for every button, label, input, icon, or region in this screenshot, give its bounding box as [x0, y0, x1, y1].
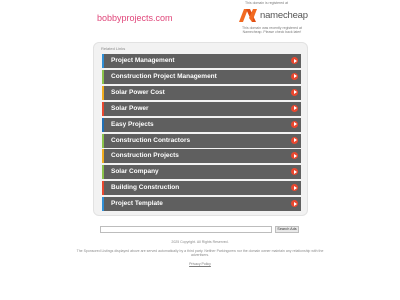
copyright-text: 2025 Copyright. All Rights Reserved.	[171, 240, 229, 244]
related-link[interactable]: Construction Contractors	[102, 133, 301, 148]
link-color-stripe	[102, 181, 104, 196]
related-link[interactable]: Solar Power Cost	[102, 85, 301, 100]
related-link-label: Construction Contractors	[111, 136, 191, 144]
related-link[interactable]: Easy Projects	[102, 117, 301, 132]
related-link-label: Construction Project Management	[111, 72, 217, 80]
arrow-right-icon	[291, 184, 298, 192]
related-link[interactable]: Construction Project Management	[102, 69, 301, 84]
arrow-right-icon	[291, 200, 298, 208]
link-color-stripe	[102, 149, 104, 164]
related-link[interactable]: Project Management	[102, 54, 301, 68]
namecheap-n-icon	[239, 9, 257, 22]
related-link-label: Solar Power Cost	[111, 88, 165, 96]
related-links-heading: Related Links	[101, 46, 126, 51]
link-color-stripe	[102, 101, 104, 116]
link-color-stripe	[102, 133, 104, 148]
related-link[interactable]: Solar Power	[102, 101, 301, 116]
related-link-label: Building Construction	[111, 184, 180, 192]
link-color-stripe	[102, 54, 104, 68]
related-link[interactable]: Project Template	[102, 197, 301, 212]
arrow-right-icon	[291, 136, 298, 144]
search-ads-button[interactable]: Search Ads	[275, 226, 299, 233]
link-color-stripe	[102, 85, 104, 100]
search-input[interactable]	[100, 226, 272, 233]
arrow-right-icon	[291, 120, 298, 128]
link-color-stripe	[102, 117, 104, 132]
link-color-stripe	[102, 69, 104, 84]
arrow-right-icon	[291, 168, 298, 176]
domain-title: bobbyprojects.com	[97, 13, 173, 23]
link-color-stripe	[102, 165, 104, 180]
arrow-right-icon	[291, 88, 298, 96]
search-row: Search Ads	[100, 226, 300, 234]
arrow-right-icon	[291, 57, 298, 64]
related-link-label: Solar Company	[111, 168, 159, 176]
arrow-right-icon	[291, 72, 298, 80]
related-links-panel: Related Links Project Management Construc…	[93, 42, 308, 216]
namecheap-logo[interactable]: namecheap	[238, 8, 308, 24]
arrow-right-icon	[291, 152, 298, 160]
related-link-label: Construction Projects	[111, 152, 179, 160]
related-link-label: Project Template	[111, 200, 163, 208]
related-link-label: Solar Power	[111, 104, 149, 112]
related-link[interactable]: Construction Projects	[102, 149, 301, 164]
registrar-note-bottom: This domain was recently registered at N…	[242, 26, 302, 35]
privacy-policy-link[interactable]: Privacy Policy	[0, 262, 400, 266]
arrow-right-icon	[291, 104, 298, 112]
disclaimer-text: The Sponsored Listings displayed above a…	[76, 249, 324, 258]
related-link[interactable]: Building Construction	[102, 181, 301, 196]
namecheap-wordmark: namecheap	[260, 10, 308, 21]
related-link-label: Easy Projects	[111, 120, 154, 128]
registrar-note-top: This domain is registered at	[245, 1, 288, 5]
related-link-label: Project Management	[111, 57, 175, 64]
related-link[interactable]: Solar Company	[102, 165, 301, 180]
link-color-stripe	[102, 197, 104, 212]
